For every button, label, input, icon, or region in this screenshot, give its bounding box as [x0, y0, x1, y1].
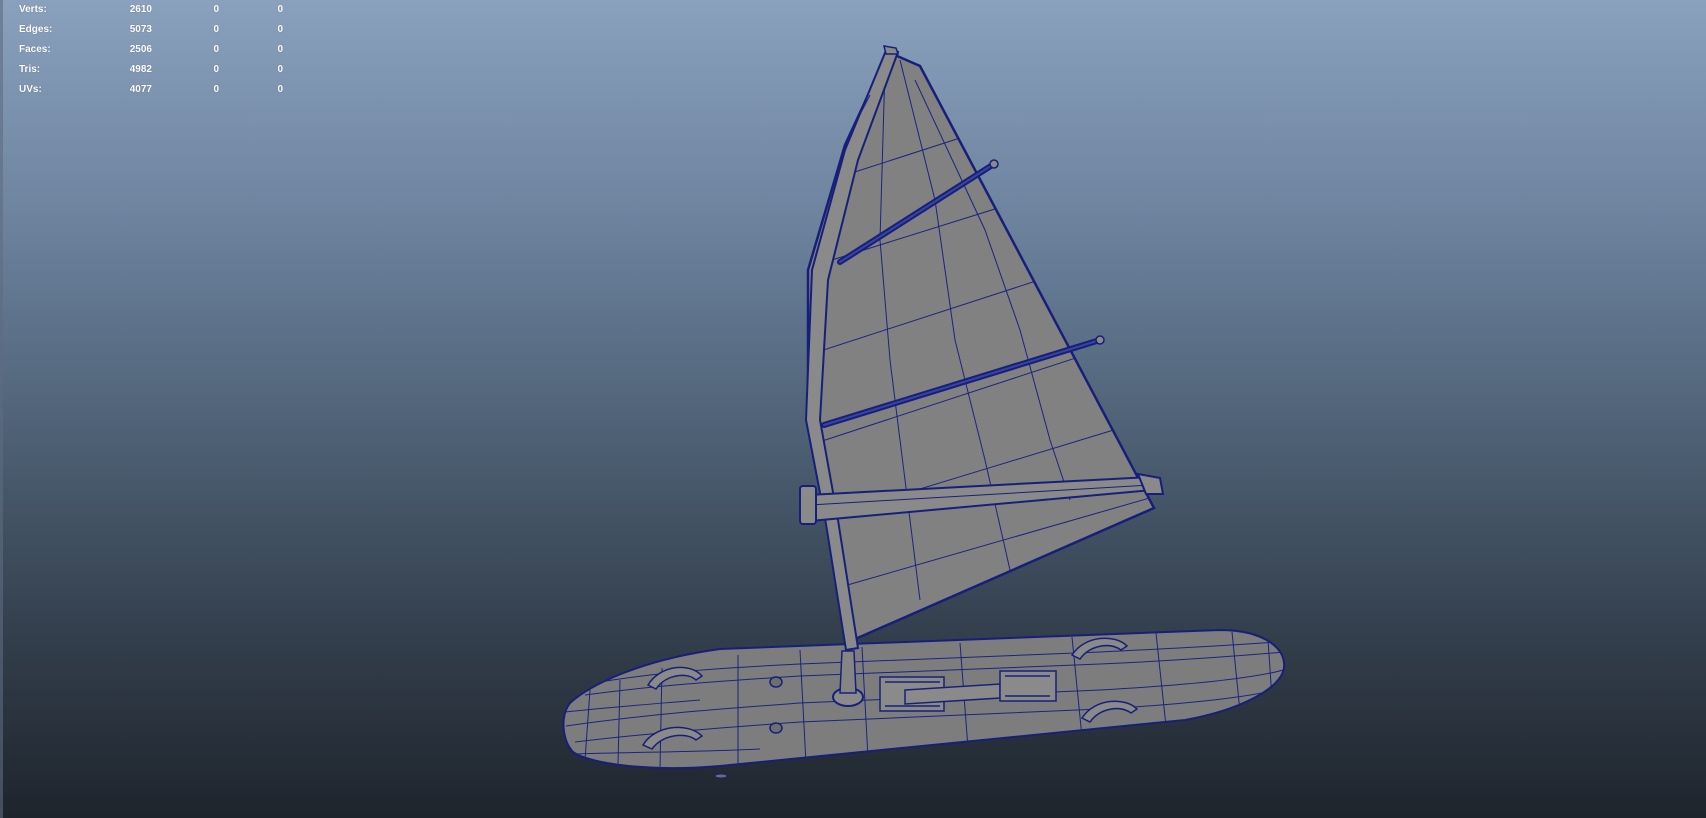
hud-label: Faces: [19, 44, 51, 55]
hud-label: UVs: [19, 84, 42, 95]
board [562, 628, 1286, 770]
hud-component: 0 [277, 44, 283, 55]
hud-selected: 0 [213, 44, 219, 55]
hud-selected: 0 [213, 4, 219, 15]
hud-label: Verts: [19, 4, 47, 15]
hud-total: 5073 [129, 24, 152, 35]
hud-total: 2506 [129, 44, 152, 55]
3d-viewport[interactable]: Verts: 2610 0 0 Edges: 5073 0 0 Faces: 2… [0, 0, 1706, 818]
hud-total: 4982 [129, 64, 152, 75]
hud-total: 4077 [129, 84, 152, 95]
hud-component: 0 [277, 24, 283, 35]
hud-label: Tris: [19, 64, 41, 75]
hud-selected: 0 [213, 64, 219, 75]
windsurfer-model[interactable] [0, 0, 1706, 818]
hud-label: Edges: [19, 24, 53, 35]
hud-total: 2610 [129, 4, 152, 15]
hud-component: 0 [277, 64, 283, 75]
hud-component: 0 [277, 4, 283, 15]
hud-selected: 0 [213, 84, 219, 95]
sail [804, 45, 1156, 652]
hud-selected: 0 [213, 24, 219, 35]
hud-component: 0 [277, 84, 283, 95]
